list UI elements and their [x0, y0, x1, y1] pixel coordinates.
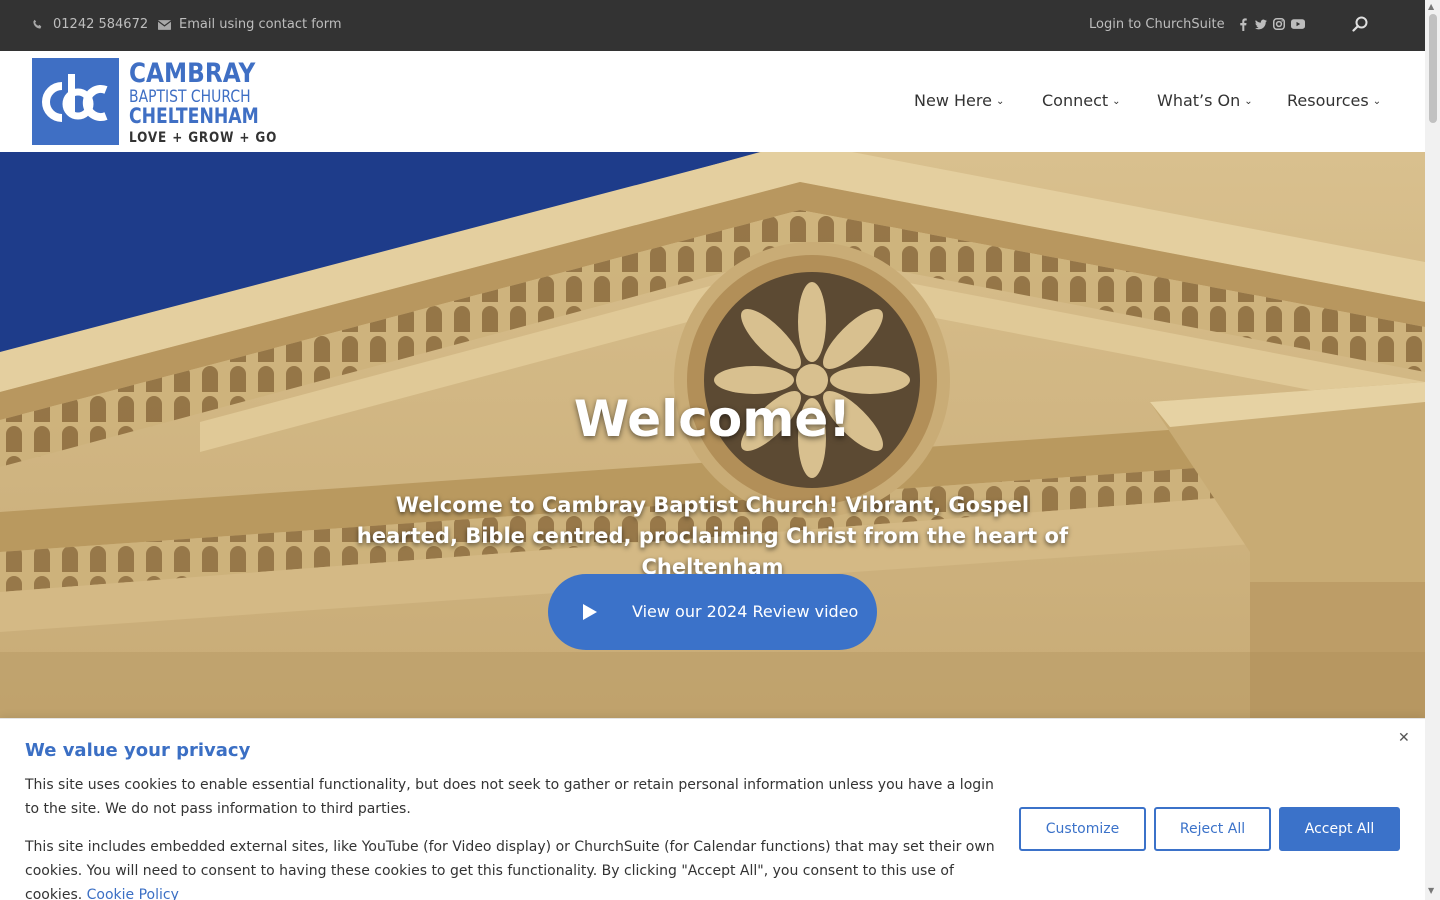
chevron-down-icon: ⌄	[1112, 96, 1121, 107]
logo-line-3: CHELTENHAM	[129, 104, 259, 128]
social-links	[1237, 17, 1305, 31]
cbc-logo-icon	[42, 74, 108, 122]
nav-new-here[interactable]: New Here ⌄	[914, 91, 1004, 110]
cookie-paragraph-1: This site uses cookies to enable essenti…	[25, 777, 994, 817]
scroll-up-arrow-icon[interactable]: ▲	[1428, 2, 1434, 11]
logo-tagline: LOVE + GROW + GO	[129, 130, 278, 146]
nav-connect[interactable]: Connect ⌄	[1042, 91, 1121, 110]
cookie-paragraph-2: This site includes embedded external sit…	[25, 835, 1005, 900]
twitter-icon[interactable]	[1255, 17, 1267, 31]
email-text[interactable]: Email using contact form	[179, 17, 342, 32]
site-header: CAMBRAY BAPTIST CHURCH CHELTENHAM LOVE +…	[0, 51, 1425, 152]
cookie-title: We value your privacy	[25, 740, 251, 761]
chevron-down-icon: ⌄	[1244, 96, 1253, 107]
scroll-down-arrow-icon[interactable]: ▼	[1428, 886, 1434, 895]
instagram-icon[interactable]	[1273, 17, 1285, 31]
logo-wordmark[interactable]: CAMBRAY BAPTIST CHURCH CHELTENHAM LOVE +…	[129, 60, 301, 147]
nav-resources[interactable]: Resources ⌄	[1287, 91, 1381, 110]
facebook-icon[interactable]	[1237, 17, 1249, 31]
logo-line-1: CAMBRAY	[129, 58, 256, 89]
nav-label: Connect	[1042, 91, 1109, 110]
search-button[interactable]	[1352, 16, 1368, 32]
envelope-icon	[158, 19, 171, 30]
hero-title: Welcome!	[573, 390, 852, 448]
nav-label: What’s On	[1157, 91, 1241, 110]
nav-label: New Here	[914, 91, 992, 110]
customize-button[interactable]: Customize	[1019, 807, 1146, 851]
phone-link[interactable]: 01242 584672	[32, 17, 148, 32]
top-bar: 01242 584672 Email using contact form Lo…	[0, 0, 1425, 51]
chevron-down-icon: ⌄	[1372, 96, 1382, 107]
phone-icon	[33, 19, 42, 29]
cookie-consent-banner: We value your privacy ✕ This site uses c…	[0, 718, 1425, 900]
hero-subtitle: Welcome to Cambray Baptist Church! Vibra…	[356, 493, 1069, 579]
close-icon[interactable]: ✕	[1398, 730, 1410, 746]
churchsuite-login-link[interactable]: Login to ChurchSuite	[1089, 17, 1225, 32]
phone-number[interactable]: 01242 584672	[53, 17, 148, 32]
play-icon	[583, 604, 597, 620]
logo-mark[interactable]	[32, 58, 119, 145]
scrollbar-thumb[interactable]	[1429, 14, 1437, 123]
nav-label: Resources	[1287, 91, 1369, 110]
cookie-policy-link[interactable]: Cookie Policy	[87, 887, 179, 900]
vertical-scrollbar[interactable]	[1425, 0, 1440, 900]
youtube-icon[interactable]	[1291, 17, 1305, 31]
login-label[interactable]: Login to ChurchSuite	[1089, 17, 1225, 32]
reject-all-button[interactable]: Reject All	[1154, 807, 1271, 851]
chevron-down-icon: ⌄	[995, 96, 1005, 107]
email-link[interactable]: Email using contact form	[158, 17, 342, 32]
review-video-button[interactable]: View our 2024 Review video	[548, 574, 877, 650]
nav-whats-on[interactable]: What’s On ⌄	[1157, 91, 1253, 110]
video-button-label: View our 2024 Review video	[632, 602, 859, 621]
accept-all-button[interactable]: Accept All	[1279, 807, 1400, 851]
search-icon	[1352, 16, 1368, 32]
